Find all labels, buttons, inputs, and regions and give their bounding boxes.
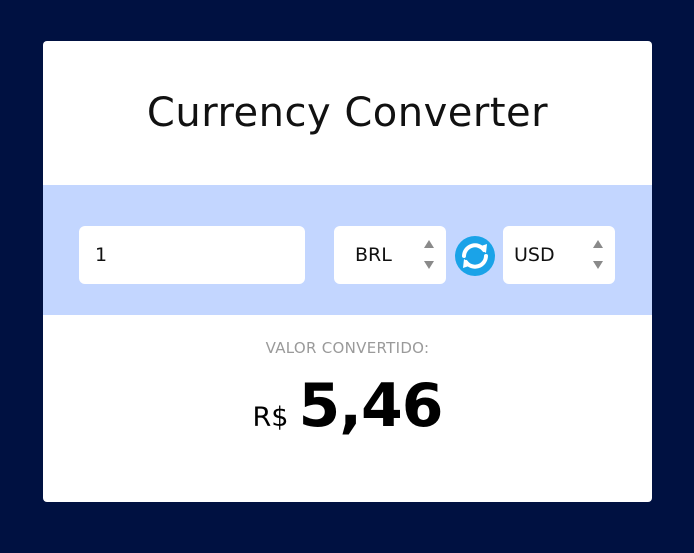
chevron-down-icon[interactable] (424, 261, 434, 269)
converted-result: R$ 5,46 (43, 371, 652, 451)
page-title: Currency Converter (146, 90, 549, 136)
result-currency-symbol: R$ (252, 402, 289, 433)
from-currency-spinner[interactable] (424, 238, 436, 272)
amount-input[interactable] (79, 226, 305, 284)
chevron-down-icon[interactable] (593, 261, 603, 269)
converter-controls: BRL USD (43, 185, 652, 315)
to-currency-select[interactable]: USD (503, 226, 615, 284)
to-currency-value: USD (514, 244, 555, 266)
to-currency-spinner[interactable] (593, 238, 605, 272)
result-value: 5,46 (298, 371, 443, 441)
from-currency-select[interactable]: BRL (334, 226, 446, 284)
swap-arrows-icon (462, 243, 488, 269)
from-currency-value: BRL (355, 244, 392, 266)
chevron-up-icon[interactable] (593, 240, 603, 248)
converter-card: Currency Converter BRL USD (43, 41, 652, 502)
swap-currencies-button[interactable] (455, 236, 495, 276)
result-label: VALOR CONVERTIDO: (265, 339, 430, 357)
chevron-up-icon[interactable] (424, 240, 434, 248)
